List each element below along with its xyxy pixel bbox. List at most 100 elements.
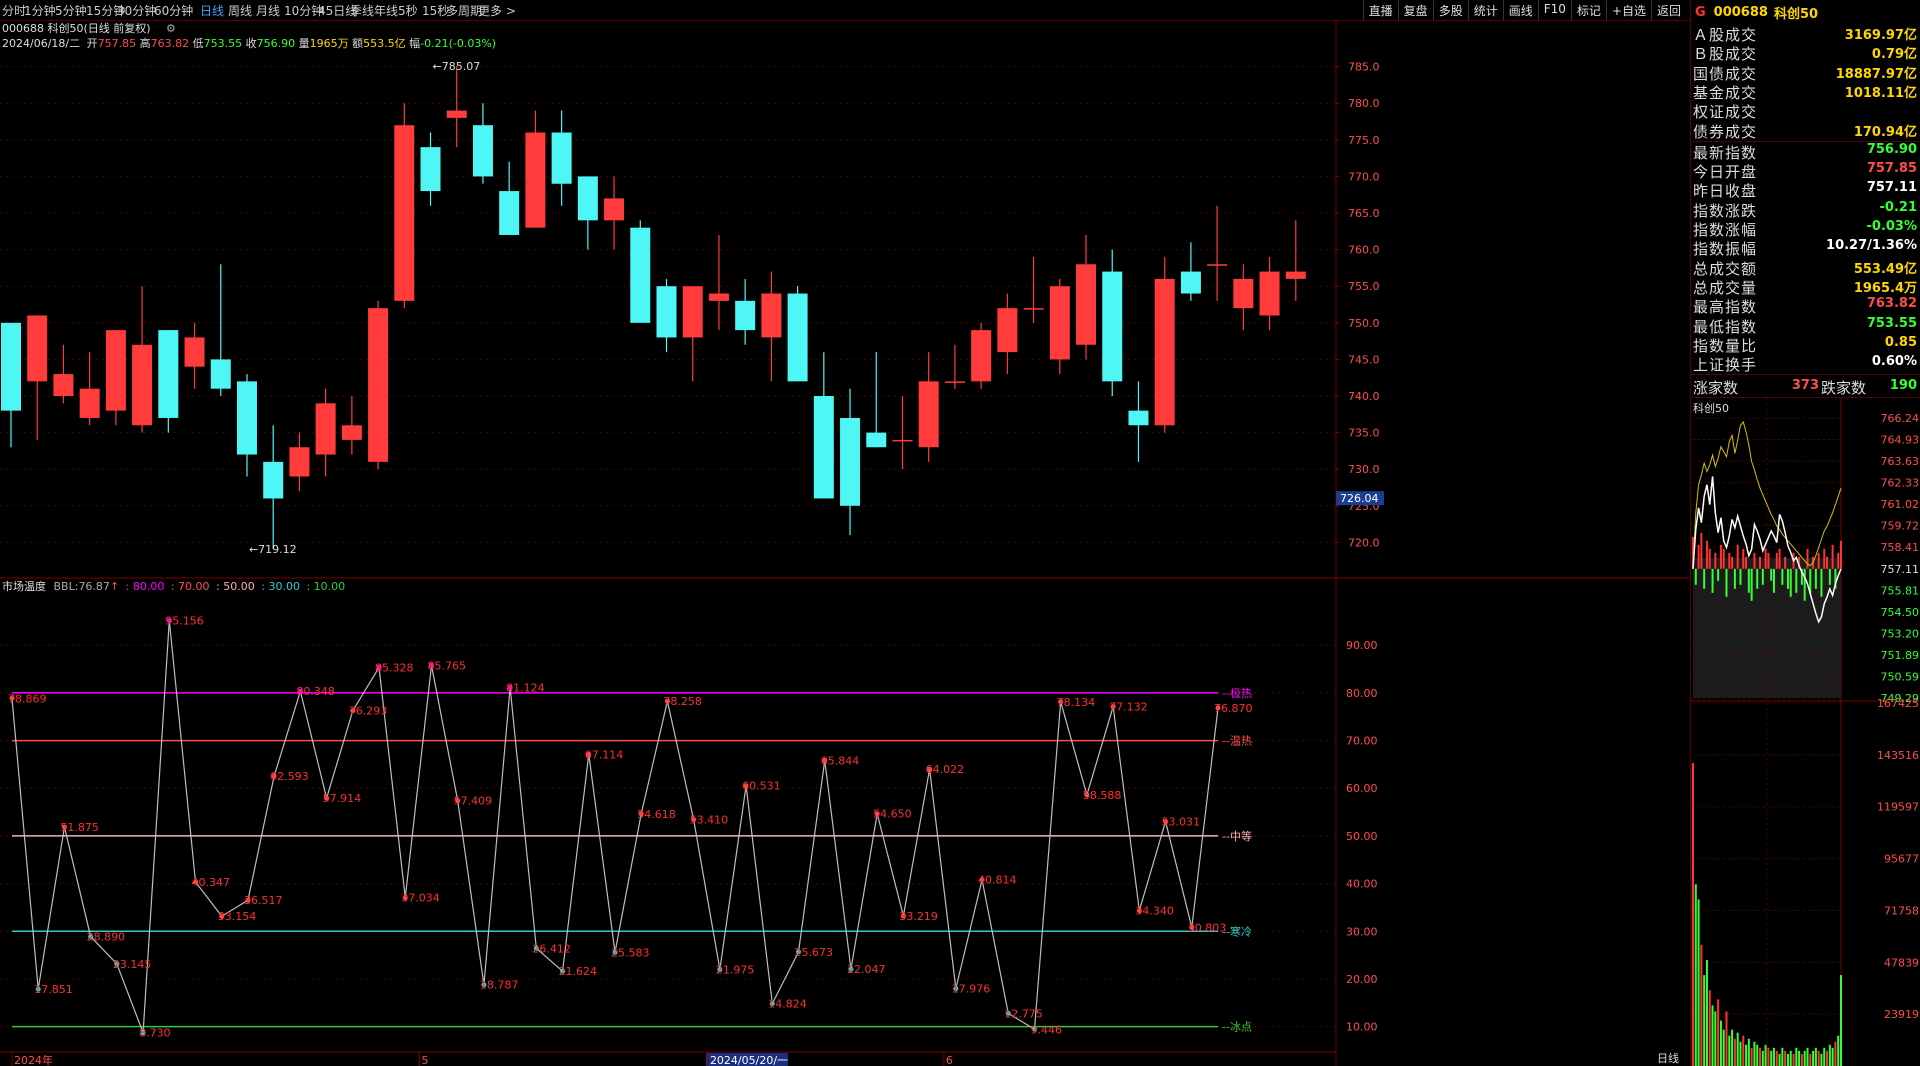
period-tab-16[interactable]: 更多 >: [478, 2, 516, 19]
candle-body: [840, 417, 861, 506]
quote-value: 753.55: [1866, 315, 1917, 331]
temperature-value-label: 51.875: [60, 821, 99, 834]
price-tick-label: 735.0: [1348, 427, 1380, 440]
period-tab-15[interactable]: 多周期: [446, 2, 482, 19]
ohlc-volume: 1965万: [310, 37, 349, 50]
period-tab-11[interactable]: 季线: [350, 2, 374, 19]
period-tab-2[interactable]: 5分钟: [55, 2, 87, 19]
intraday-mini-chart: 766.24 764.93 763.63 762.33 761.02 759.72 758.…: [1691, 398, 1920, 1066]
candle: [1049, 278, 1070, 375]
candle-body: [525, 132, 546, 228]
quote-row: 国债成交 18887.97亿: [1691, 63, 1920, 83]
quote-value: 3169.97亿: [1844, 28, 1917, 43]
ref-line-label: --中等: [1222, 829, 1252, 843]
candle: [158, 330, 179, 433]
period-tab-13[interactable]: 5秒: [398, 2, 418, 19]
candle-body: [420, 147, 441, 192]
mini-price-tick: 761.02: [1881, 498, 1920, 511]
candle: [971, 322, 992, 389]
price-tick-label: 765.0: [1348, 207, 1380, 220]
temperature-value-label: 81.124: [506, 682, 545, 695]
temperature-value-label: 33.219: [899, 910, 938, 923]
candle-body: [158, 330, 179, 418]
temperature-value-label: 67.114: [585, 748, 624, 761]
tool-button-2[interactable]: 多股: [1432, 0, 1468, 20]
candle: [577, 176, 598, 250]
quote-value: 757.85: [1866, 161, 1917, 177]
tool-button-7[interactable]: +自选: [1605, 0, 1651, 20]
temperature-value-label: 64.022: [926, 763, 965, 776]
tool-button-4[interactable]: 画线: [1502, 0, 1538, 20]
temperature-value-label: 62.593: [270, 770, 309, 783]
quote-value: 763.82: [1866, 296, 1917, 312]
temperature-value-label: 58.588: [1083, 789, 1122, 802]
candle-body: [1233, 278, 1254, 309]
quote-value: 0.79亿: [1871, 47, 1917, 63]
candle-body: [236, 381, 257, 455]
quote-value: 0.85: [1884, 334, 1917, 350]
period-tab-8[interactable]: 月线: [256, 2, 280, 19]
period-tab-4[interactable]: 30分钟: [117, 2, 156, 19]
mini-price-tick: 750.59: [1881, 670, 1920, 683]
candle-body: [105, 330, 126, 411]
candle: [1233, 264, 1254, 331]
ohlc-low: 753.55: [204, 37, 243, 50]
period-tab-7[interactable]: 周线: [228, 2, 252, 19]
candle-body: [341, 425, 362, 440]
temperature-value-label: 53.031: [1162, 815, 1201, 828]
period-tab-0[interactable]: 分时: [2, 2, 26, 19]
candle: [1180, 242, 1201, 301]
price-tick-label: 745.0: [1348, 353, 1380, 366]
candle: [1259, 256, 1280, 331]
stock-code: 000688: [1713, 4, 1768, 20]
quote-label: 最新指数: [1693, 143, 1758, 162]
candle-body: [1076, 264, 1097, 345]
quote-label: 基金成交: [1693, 83, 1758, 102]
temperature-value-label: 77.132: [1109, 701, 1148, 714]
date-tick-label: 2024/05/20/一: [710, 1054, 788, 1066]
tool-button-8[interactable]: 返回: [1650, 0, 1686, 20]
period-tab-5[interactable]: 60分钟: [154, 2, 193, 19]
tool-button-6[interactable]: 标记: [1570, 0, 1606, 20]
candle: [813, 352, 834, 499]
mini-price-tick: 754.50: [1881, 606, 1920, 619]
candle: [866, 352, 887, 448]
candle: [551, 110, 572, 206]
candle: [1128, 381, 1149, 462]
period-tab-12[interactable]: 年线: [374, 2, 398, 19]
candle: [997, 293, 1018, 375]
quote-label: 最高指数: [1693, 298, 1758, 317]
temperature-value-label: 21.624: [559, 965, 598, 978]
candle-body: [1285, 271, 1306, 279]
period-tab-1[interactable]: 1分钟: [24, 2, 56, 19]
chart-area: 000688 科创50(日线 前复权) ⚙ 2024/06/18/二 开757.…: [0, 20, 1690, 1066]
temperature-value-label: 85.328: [375, 661, 414, 674]
mini-price-tick: 758.41: [1881, 541, 1920, 554]
ohlc-high: 763.82: [151, 37, 190, 50]
gear-icon[interactable]: ⚙: [166, 22, 176, 35]
quote-label: 总成交额: [1693, 259, 1758, 278]
indicator-tick-label: 30.00: [1346, 925, 1378, 938]
candle: [289, 432, 310, 492]
tool-button-0[interactable]: 直播: [1362, 0, 1398, 20]
tool-button-3[interactable]: 统计: [1467, 0, 1503, 20]
tool-button-5[interactable]: F10: [1537, 0, 1571, 20]
date-tick-label: 6: [946, 1054, 953, 1066]
candle-body: [787, 293, 808, 382]
candle-body: [682, 286, 703, 338]
temperature-value-label: 25.583: [611, 946, 650, 959]
tool-button-1[interactable]: 复盘: [1397, 0, 1433, 20]
candle-body: [735, 300, 756, 331]
mini-volume-tick: 47839: [1884, 956, 1919, 969]
candle-body: [53, 374, 74, 396]
indicator-tick-label: 70.00: [1346, 735, 1378, 748]
candle-body: [315, 403, 336, 455]
quote-label: 指数量比: [1693, 336, 1758, 355]
period-tab-6[interactable]: 日线: [200, 2, 224, 19]
temperature-value-label: 65.844: [821, 754, 860, 767]
candle-body: [813, 396, 834, 499]
candle: [105, 330, 126, 426]
indicator-tick-label: 20.00: [1346, 973, 1378, 986]
temperature-value-label: 26.412: [532, 942, 571, 955]
quote-panel: G 000688 科创50 Ａ股成交 3169.97亿 Ｂ股成交 0.79亿 国债成交 1…: [1690, 0, 1920, 1066]
